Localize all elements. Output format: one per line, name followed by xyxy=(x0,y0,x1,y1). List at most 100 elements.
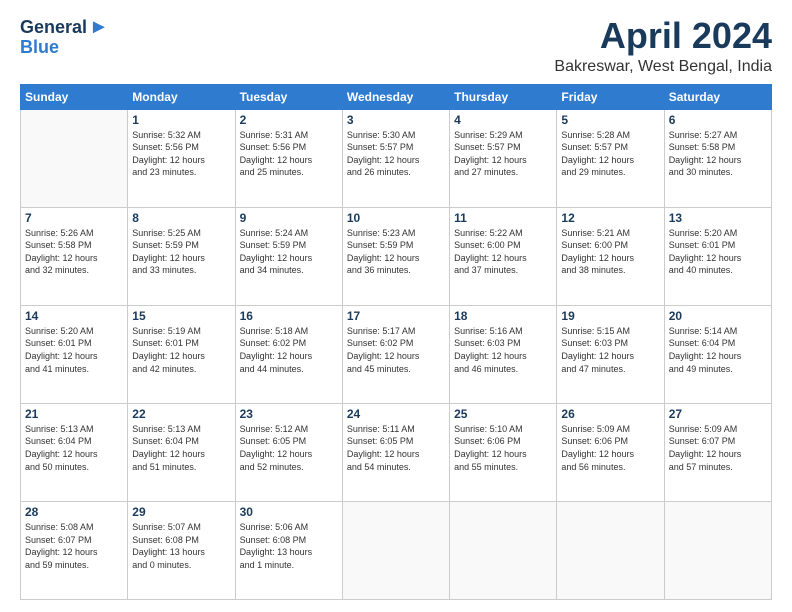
calendar-week-2: 7Sunrise: 5:26 AM Sunset: 5:58 PM Daylig… xyxy=(21,207,772,305)
day-info: Sunrise: 5:21 AM Sunset: 6:00 PM Dayligh… xyxy=(561,227,659,277)
day-number: 26 xyxy=(561,407,659,421)
calendar-header-saturday: Saturday xyxy=(664,84,771,109)
logo-blue-text: Blue xyxy=(20,37,59,58)
day-info: Sunrise: 5:27 AM Sunset: 5:58 PM Dayligh… xyxy=(669,129,767,179)
day-info: Sunrise: 5:06 AM Sunset: 6:08 PM Dayligh… xyxy=(240,521,338,571)
title-block: April 2024 Bakreswar, West Bengal, India xyxy=(554,16,772,76)
day-info: Sunrise: 5:26 AM Sunset: 5:58 PM Dayligh… xyxy=(25,227,123,277)
day-number: 25 xyxy=(454,407,552,421)
calendar-cell: 16 Sunrise: 5:18 AM Sunset: 6:02 PM Dayli… xyxy=(235,305,342,403)
day-number: 11 xyxy=(454,211,552,225)
calendar-cell: 25Sunrise: 5:10 AM Sunset: 6:06 PM Dayli… xyxy=(450,403,557,501)
day-number: 14 xyxy=(25,309,123,323)
day-info: Sunrise: 5:08 AM Sunset: 6:07 PM Dayligh… xyxy=(25,521,123,571)
calendar-cell: 1 Sunrise: 5:32 AM Sunset: 5:56 PM Daylig… xyxy=(128,109,235,207)
day-info: Sunrise: 5:23 AM Sunset: 5:59 PM Dayligh… xyxy=(347,227,445,277)
calendar-cell xyxy=(664,501,771,599)
day-info: Sunrise: 5:31 AM Sunset: 5:56 PM Dayligh… xyxy=(240,129,338,179)
day-info: Sunrise: 5:15 AM Sunset: 6:03 PM Dayligh… xyxy=(561,325,659,375)
logo-bird-icon: ► xyxy=(89,16,109,39)
calendar-cell: 4Sunrise: 5:29 AM Sunset: 5:57 PM Daylig… xyxy=(450,109,557,207)
calendar-cell: 29 Sunrise: 5:07 AM Sunset: 6:08 PM Dayli… xyxy=(128,501,235,599)
calendar-week-4: 21 Sunrise: 5:13 AM Sunset: 6:04 PM Dayli… xyxy=(21,403,772,501)
day-info: Sunrise: 5:20 AM Sunset: 6:01 PM Dayligh… xyxy=(25,325,123,375)
day-info: Sunrise: 5:30 AM Sunset: 5:57 PM Dayligh… xyxy=(347,129,445,179)
calendar-cell: 23 Sunrise: 5:12 AM Sunset: 6:05 PM Dayli… xyxy=(235,403,342,501)
day-number: 5 xyxy=(561,113,659,127)
calendar-header-tuesday: Tuesday xyxy=(235,84,342,109)
calendar-cell: 28 Sunrise: 5:08 AM Sunset: 6:07 PM Dayli… xyxy=(21,501,128,599)
calendar-cell: 17 Sunrise: 5:17 AM Sunset: 6:02 PM Dayli… xyxy=(342,305,449,403)
location-subtitle: Bakreswar, West Bengal, India xyxy=(554,58,772,76)
calendar-week-5: 28 Sunrise: 5:08 AM Sunset: 6:07 PM Dayli… xyxy=(21,501,772,599)
day-number: 10 xyxy=(347,211,445,225)
calendar-cell: 15Sunrise: 5:19 AM Sunset: 6:01 PM Dayli… xyxy=(128,305,235,403)
month-year-title: April 2024 xyxy=(554,16,772,56)
day-number: 13 xyxy=(669,211,767,225)
day-number: 18 xyxy=(454,309,552,323)
day-number: 3 xyxy=(347,113,445,127)
day-number: 23 xyxy=(240,407,338,421)
day-number: 19 xyxy=(561,309,659,323)
calendar-cell: 21 Sunrise: 5:13 AM Sunset: 6:04 PM Dayli… xyxy=(21,403,128,501)
calendar-cell: 14 Sunrise: 5:20 AM Sunset: 6:01 PM Dayli… xyxy=(21,305,128,403)
day-info: Sunrise: 5:22 AM Sunset: 6:00 PM Dayligh… xyxy=(454,227,552,277)
calendar-header-thursday: Thursday xyxy=(450,84,557,109)
day-number: 1 xyxy=(132,113,230,127)
calendar-cell: 11 Sunrise: 5:22 AM Sunset: 6:00 PM Dayli… xyxy=(450,207,557,305)
day-number: 12 xyxy=(561,211,659,225)
calendar-cell xyxy=(342,501,449,599)
calendar-cell: 6Sunrise: 5:27 AM Sunset: 5:58 PM Daylig… xyxy=(664,109,771,207)
day-info: Sunrise: 5:19 AM Sunset: 6:01 PM Dayligh… xyxy=(132,325,230,375)
calendar-header-monday: Monday xyxy=(128,84,235,109)
calendar-cell: 13 Sunrise: 5:20 AM Sunset: 6:01 PM Dayli… xyxy=(664,207,771,305)
day-number: 20 xyxy=(669,309,767,323)
calendar-cell xyxy=(450,501,557,599)
day-info: Sunrise: 5:18 AM Sunset: 6:02 PM Dayligh… xyxy=(240,325,338,375)
day-number: 9 xyxy=(240,211,338,225)
calendar-cell: 10 Sunrise: 5:23 AM Sunset: 5:59 PM Dayli… xyxy=(342,207,449,305)
page: General ► Blue April 2024 Bakreswar, Wes… xyxy=(0,0,792,612)
day-info: Sunrise: 5:24 AM Sunset: 5:59 PM Dayligh… xyxy=(240,227,338,277)
day-info: Sunrise: 5:13 AM Sunset: 6:04 PM Dayligh… xyxy=(132,423,230,473)
day-info: Sunrise: 5:28 AM Sunset: 5:57 PM Dayligh… xyxy=(561,129,659,179)
calendar-cell: 8Sunrise: 5:25 AM Sunset: 5:59 PM Daylig… xyxy=(128,207,235,305)
calendar-cell: 7Sunrise: 5:26 AM Sunset: 5:58 PM Daylig… xyxy=(21,207,128,305)
logo: General ► Blue xyxy=(20,16,109,58)
calendar-cell: 27Sunrise: 5:09 AM Sunset: 6:07 PM Dayli… xyxy=(664,403,771,501)
calendar-body: 1 Sunrise: 5:32 AM Sunset: 5:56 PM Daylig… xyxy=(21,109,772,599)
day-info: Sunrise: 5:13 AM Sunset: 6:04 PM Dayligh… xyxy=(25,423,123,473)
calendar-header-row: SundayMondayTuesdayWednesdayThursdayFrid… xyxy=(21,84,772,109)
day-info: Sunrise: 5:14 AM Sunset: 6:04 PM Dayligh… xyxy=(669,325,767,375)
calendar-cell: 20 Sunrise: 5:14 AM Sunset: 6:04 PM Dayli… xyxy=(664,305,771,403)
calendar-cell: 24Sunrise: 5:11 AM Sunset: 6:05 PM Dayli… xyxy=(342,403,449,501)
day-info: Sunrise: 5:29 AM Sunset: 5:57 PM Dayligh… xyxy=(454,129,552,179)
calendar-cell: 22 Sunrise: 5:13 AM Sunset: 6:04 PM Dayli… xyxy=(128,403,235,501)
calendar-header-wednesday: Wednesday xyxy=(342,84,449,109)
day-info: Sunrise: 5:20 AM Sunset: 6:01 PM Dayligh… xyxy=(669,227,767,277)
day-number: 28 xyxy=(25,505,123,519)
day-info: Sunrise: 5:16 AM Sunset: 6:03 PM Dayligh… xyxy=(454,325,552,375)
calendar-table: SundayMondayTuesdayWednesdayThursdayFrid… xyxy=(20,84,772,600)
day-number: 22 xyxy=(132,407,230,421)
calendar-header-friday: Friday xyxy=(557,84,664,109)
day-number: 27 xyxy=(669,407,767,421)
day-number: 21 xyxy=(25,407,123,421)
calendar-cell: 5 Sunrise: 5:28 AM Sunset: 5:57 PM Daylig… xyxy=(557,109,664,207)
calendar-cell xyxy=(557,501,664,599)
calendar-cell: 2 Sunrise: 5:31 AM Sunset: 5:56 PM Daylig… xyxy=(235,109,342,207)
day-number: 2 xyxy=(240,113,338,127)
day-info: Sunrise: 5:12 AM Sunset: 6:05 PM Dayligh… xyxy=(240,423,338,473)
calendar-week-3: 14 Sunrise: 5:20 AM Sunset: 6:01 PM Dayli… xyxy=(21,305,772,403)
day-info: Sunrise: 5:07 AM Sunset: 6:08 PM Dayligh… xyxy=(132,521,230,571)
calendar-cell: 30Sunrise: 5:06 AM Sunset: 6:08 PM Dayli… xyxy=(235,501,342,599)
calendar-week-1: 1 Sunrise: 5:32 AM Sunset: 5:56 PM Daylig… xyxy=(21,109,772,207)
calendar-header-sunday: Sunday xyxy=(21,84,128,109)
calendar-cell: 3 Sunrise: 5:30 AM Sunset: 5:57 PM Daylig… xyxy=(342,109,449,207)
day-number: 16 xyxy=(240,309,338,323)
day-info: Sunrise: 5:32 AM Sunset: 5:56 PM Dayligh… xyxy=(132,129,230,179)
day-info: Sunrise: 5:17 AM Sunset: 6:02 PM Dayligh… xyxy=(347,325,445,375)
day-number: 17 xyxy=(347,309,445,323)
calendar-cell: 12 Sunrise: 5:21 AM Sunset: 6:00 PM Dayli… xyxy=(557,207,664,305)
day-number: 29 xyxy=(132,505,230,519)
